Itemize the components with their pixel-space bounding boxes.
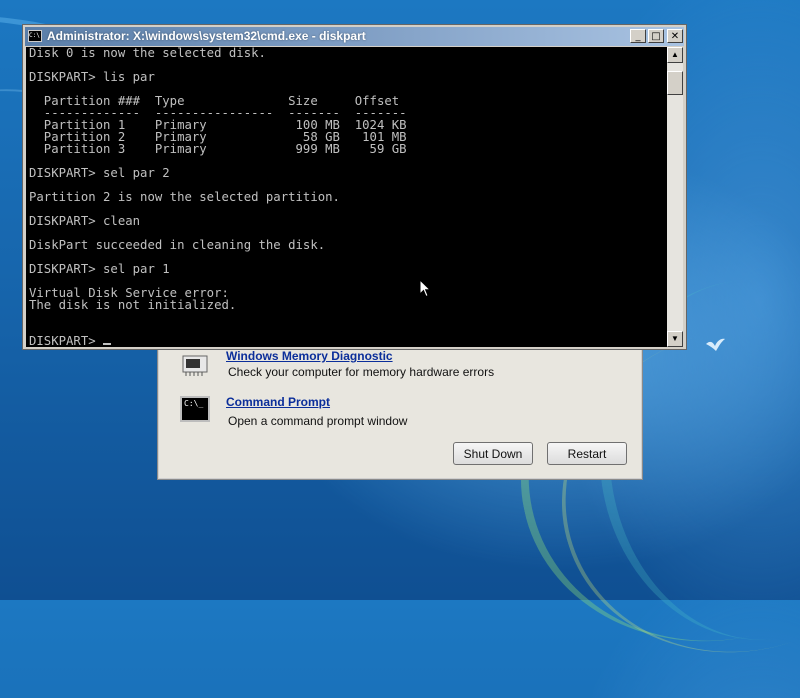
- recovery-item-command-prompt[interactable]: C:\_ Command Prompt Open a command promp…: [180, 395, 620, 436]
- memory-diagnostic-link[interactable]: Windows Memory Diagnostic: [226, 349, 393, 363]
- cmd-window: C:\ Administrator: X:\windows\system32\c…: [22, 24, 687, 350]
- shut-down-button[interactable]: Shut Down: [453, 442, 533, 465]
- bird-icon: [706, 338, 725, 351]
- maximize-button[interactable]: □: [648, 29, 664, 43]
- command-prompt-description: Open a command prompt window: [228, 414, 408, 428]
- cmd-app-icon[interactable]: C:\: [28, 30, 42, 42]
- console-prompt: DISKPART>: [29, 334, 104, 347]
- window-title: Administrator: X:\windows\system32\cmd.e…: [47, 29, 366, 43]
- vertical-scrollbar[interactable]: ▲ ▼: [667, 47, 683, 347]
- minimize-button[interactable]: _: [630, 29, 646, 43]
- command-prompt-link[interactable]: Command Prompt: [226, 395, 330, 409]
- scroll-up-button[interactable]: ▲: [667, 47, 683, 63]
- command-prompt-icon: C:\_: [180, 396, 210, 422]
- console-prompt-line[interactable]: DISKPART>: [26, 335, 667, 347]
- memory-chip-icon: [182, 355, 208, 376]
- restart-button[interactable]: Restart: [547, 442, 627, 465]
- memory-diagnostic-description: Check your computer for memory hardware …: [228, 365, 495, 379]
- mouse-pointer-icon: [419, 279, 431, 298]
- recovery-item-memory-diagnostic[interactable]: Windows Memory Diagnostic Check your com…: [180, 349, 620, 393]
- cmd-title-bar[interactable]: C:\ Administrator: X:\windows\system32\c…: [25, 27, 684, 46]
- scroll-down-button[interactable]: ▼: [667, 331, 683, 347]
- scrollbar-thumb[interactable]: [667, 71, 683, 95]
- text-cursor: [103, 343, 112, 345]
- console-text: Disk 0 is now the selected disk. DISKPAR…: [29, 47, 407, 312]
- console-output[interactable]: Disk 0 is now the selected disk. DISKPAR…: [26, 47, 667, 347]
- close-button[interactable]: ✕: [667, 29, 683, 43]
